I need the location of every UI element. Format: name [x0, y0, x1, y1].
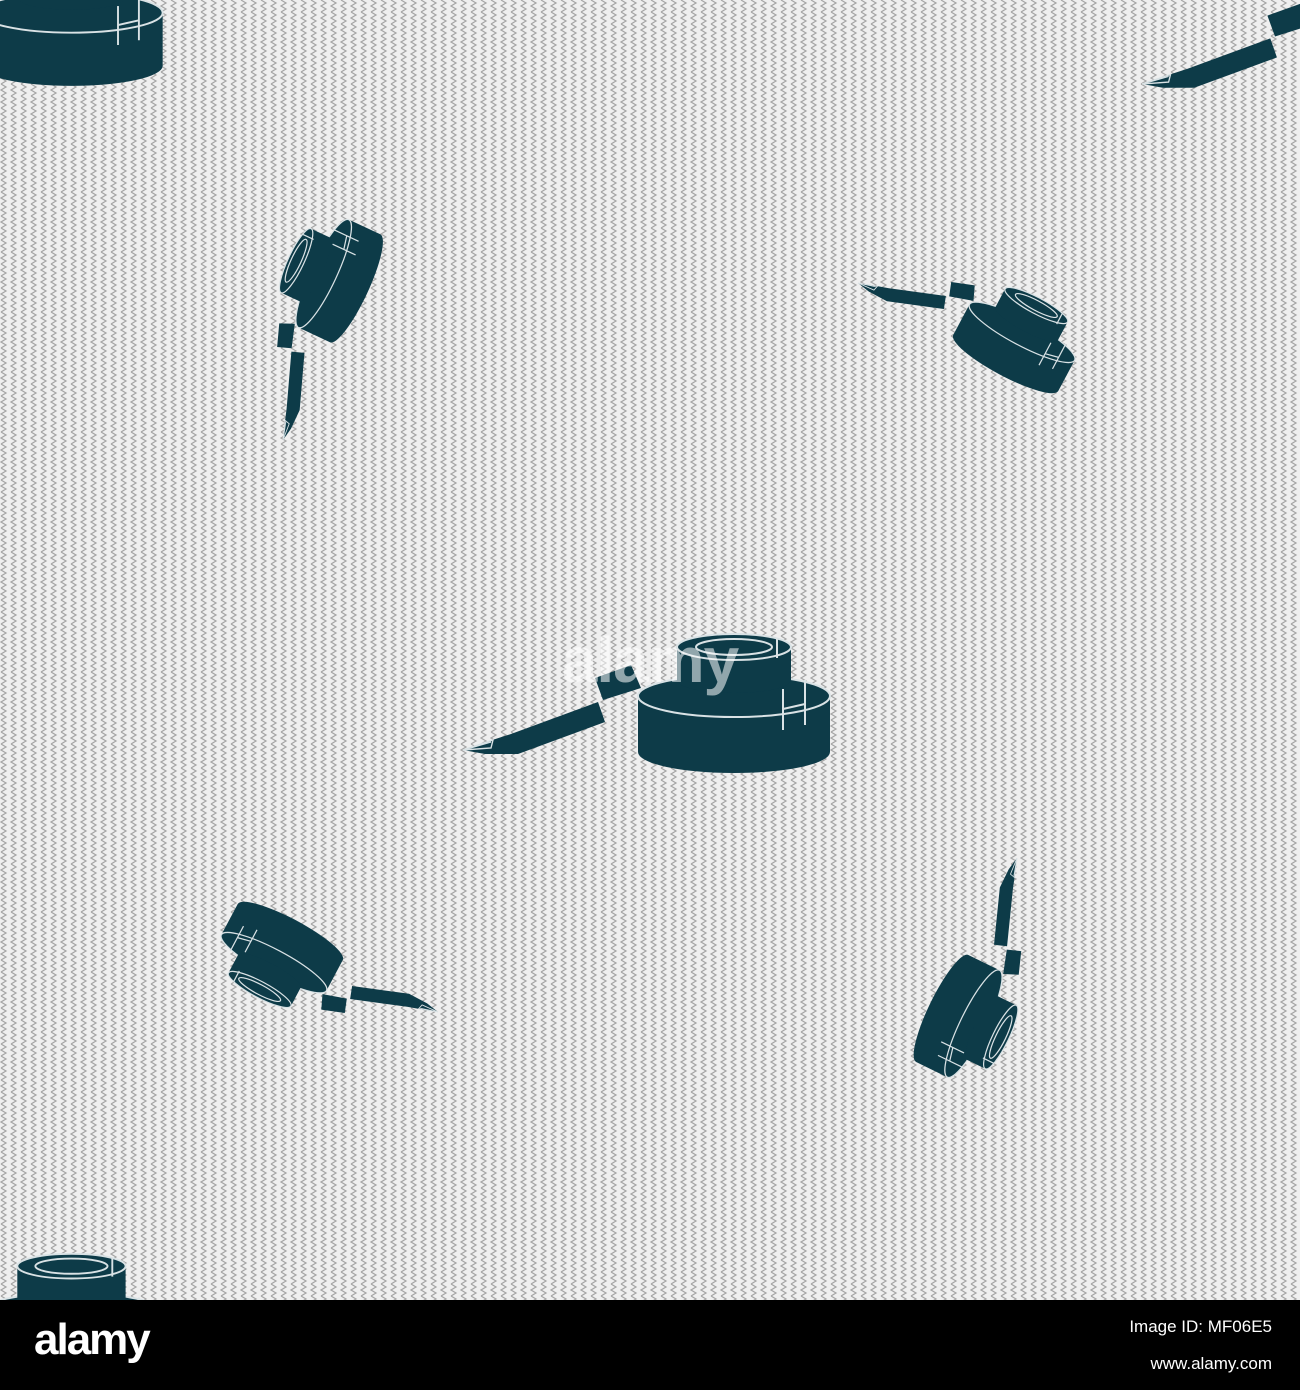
ink-bottle-with-pen-icon: [0, 0, 164, 87]
image-info: Image ID: MF06E5 www.alamy.com: [1129, 1308, 1272, 1382]
alamy-logo: alamy: [34, 1315, 153, 1364]
footer-bar: alamy Image ID: MF06E5 www.alamy.com: [0, 1300, 1300, 1390]
svg-text:alamy: alamy: [34, 1315, 151, 1364]
image-id: Image ID: MF06E5: [1129, 1317, 1272, 1336]
stock-image: alamy alamy Image ID: MF06E5 www.alamy.c…: [0, 0, 1300, 1390]
seamless-pattern: [0, 0, 1300, 1300]
site-url[interactable]: www.alamy.com: [1129, 1345, 1272, 1382]
